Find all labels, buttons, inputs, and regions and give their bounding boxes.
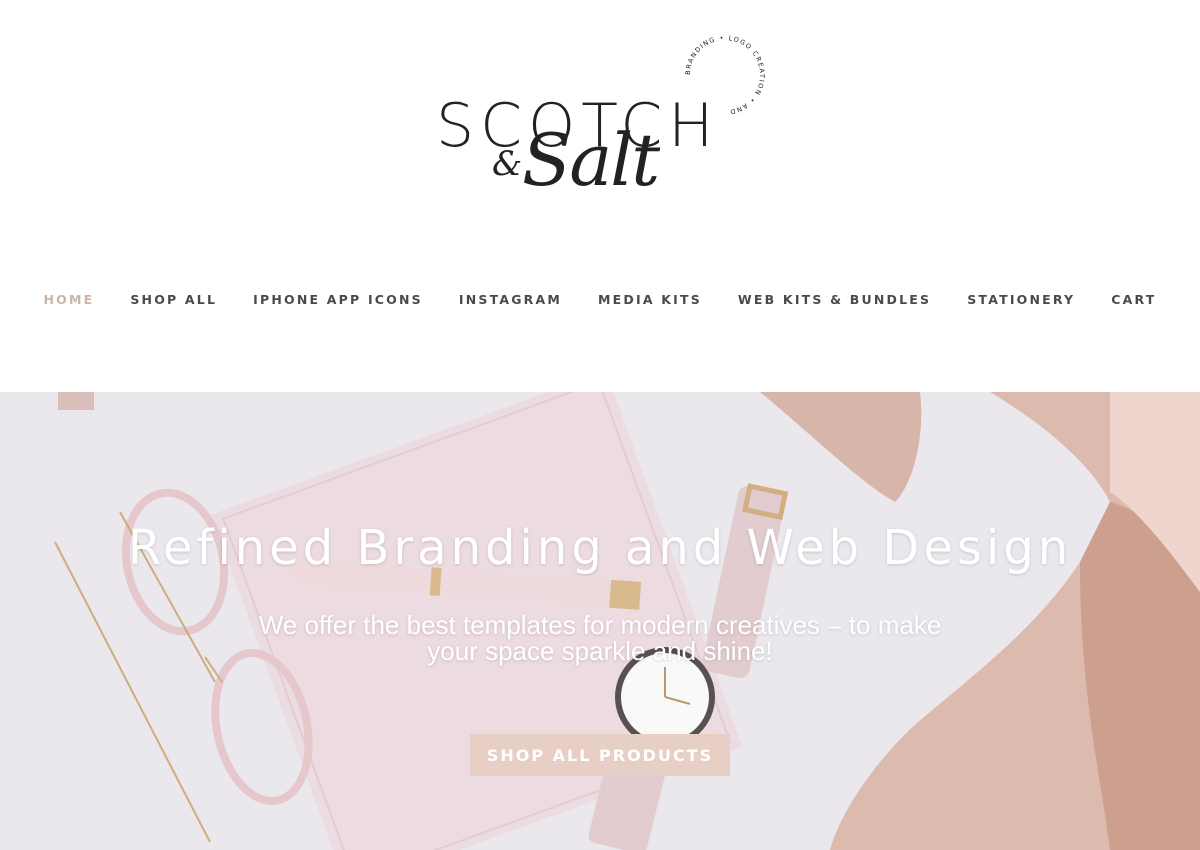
site-header: SCOTCH & Salt BRANDING • LOGO CREATION •… — [0, 0, 1200, 240]
shop-all-products-button[interactable]: SHOP ALL PRODUCTS — [470, 734, 730, 776]
logo-ring-text: BRANDING • LOGO CREATION • AND MORE... — [670, 30, 766, 116]
nav-item-stationery[interactable]: STATIONERY — [949, 286, 1093, 316]
nav-item-home[interactable]: HOME — [25, 286, 112, 316]
logo-script-word: Salt — [522, 118, 660, 202]
nav-item-cart[interactable]: CART — [1093, 286, 1174, 316]
nav-item-instagram[interactable]: INSTAGRAM — [441, 286, 580, 316]
hero-subtitle: We offer the best templates for modern c… — [258, 610, 942, 666]
nav-item-media-kits[interactable]: MEDIA KITS — [580, 286, 720, 316]
nav-item-shop-all[interactable]: SHOP ALL — [112, 286, 235, 316]
nav-item-web-kits-and-bundles[interactable]: WEB KITS & BUNDLES — [720, 286, 949, 316]
hero-title: Refined Branding and Web Design — [127, 520, 1073, 576]
nav-item-iphone-app-icons[interactable]: IPHONE APP ICONS — [235, 286, 441, 316]
hero-banner: Refined Branding and Web Design We offer… — [0, 392, 1200, 850]
main-nav: HOME SHOP ALL IPHONE APP ICONS INSTAGRAM MED… — [0, 286, 1200, 316]
logo-ring-badge: BRANDING • LOGO CREATION • AND MORE... — [670, 30, 766, 116]
logo-ampersand: & — [492, 144, 523, 184]
site-logo[interactable]: SCOTCH & Salt BRANDING • LOGO CREATION •… — [430, 30, 780, 220]
